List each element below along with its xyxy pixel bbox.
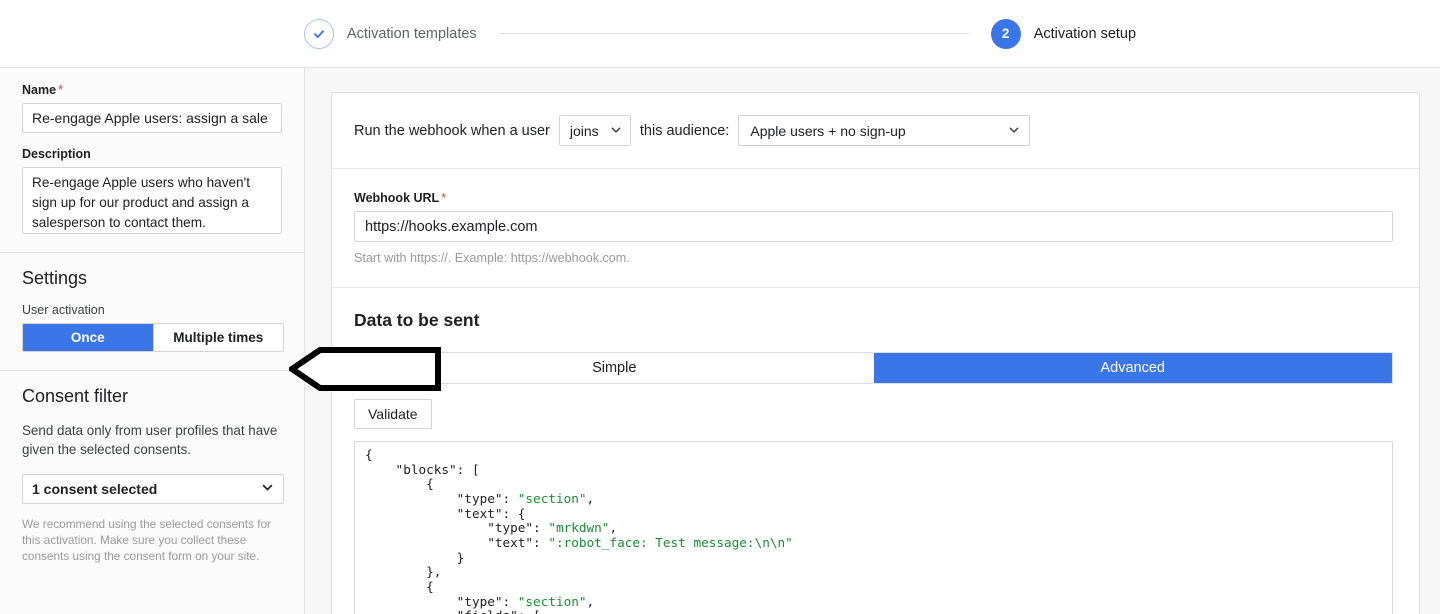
consent-select-value: 1 consent selected — [32, 481, 158, 497]
details-panel: Name * Re-engage Apple users: assign a sa… — [0, 68, 304, 252]
description-label: Description — [22, 147, 91, 161]
data-mode-option-simple[interactable]: Simple — [355, 353, 874, 383]
trigger-middle-text: this audience: — [639, 122, 730, 139]
activation-setup-main: Run the webhook when a user joins this a… — [305, 68, 1440, 614]
name-input[interactable]: Re-engage Apple users: assign a sale — [22, 103, 282, 133]
step-activation-templates[interactable]: Activation templates — [303, 18, 477, 49]
trigger-prefix-text: Run the webhook when a user — [354, 122, 550, 139]
webhook-url-required-asterisk: * — [441, 191, 447, 205]
trigger-event-value: joins — [569, 122, 599, 139]
settings-panel: Settings User activation Once Multiple t… — [0, 252, 304, 370]
consent-filter-title: Consent filter — [22, 386, 129, 406]
webhook-url-input[interactable]: https://hooks.example.com — [354, 211, 1393, 242]
consent-select[interactable]: 1 consent selected — [22, 474, 284, 504]
data-mode-toggle[interactable]: Simple Advanced — [354, 352, 1393, 384]
name-label: Name * — [22, 83, 282, 97]
webhook-url-hint: Start with https://. Example: https://we… — [354, 251, 630, 265]
name-label-text: Name — [22, 83, 57, 97]
json-code-content: { "blocks": [ { "type": "section", "text… — [365, 447, 793, 614]
workspace: Name * Re-engage Apple users: assign a sa… — [0, 68, 1440, 614]
data-mode-option-advanced[interactable]: Advanced — [873, 353, 1392, 383]
webhook-url-row: Webhook URL * https://hooks.example.com S… — [332, 168, 1419, 287]
audience-select-value: Apple users + no sign-up — [750, 122, 906, 139]
chevron-down-icon — [1008, 123, 1020, 139]
chevron-down-icon — [610, 123, 622, 139]
step-2-label: Activation setup — [1033, 25, 1137, 42]
activation-card: Run the webhook when a user joins this a… — [331, 92, 1420, 614]
consent-filter-panel: Consent filter Send data only from user … — [0, 370, 304, 594]
json-code-editor[interactable]: { "blocks": [ { "type": "section", "text… — [354, 441, 1393, 614]
progress-stepper: Activation templates 2 Activation setup — [0, 0, 1440, 68]
validate-button[interactable]: Validate — [354, 399, 432, 429]
settings-sidebar: Name * Re-engage Apple users: assign a sa… — [0, 68, 305, 614]
consent-filter-hint: We recommend using the selected consents… — [22, 517, 271, 563]
step-activation-setup[interactable]: 2 Activation setup — [990, 18, 1137, 49]
user-activation-label: User activation — [22, 303, 105, 317]
settings-title: Settings — [22, 268, 88, 288]
consent-filter-description: Send data only from user profiles that h… — [22, 423, 278, 457]
user-activation-toggle[interactable]: Once Multiple times — [22, 323, 284, 352]
step-2-number-badge: 2 — [990, 18, 1021, 49]
user-activation-option-once[interactable]: Once — [23, 324, 153, 351]
description-input[interactable]: Re-engage Apple users who haven't sign u… — [22, 167, 282, 234]
webhook-url-label: Webhook URL * — [354, 191, 1397, 205]
data-to-be-sent-row: Data to be sent Simple Advanced Validate… — [332, 287, 1419, 614]
user-activation-option-multiple-times[interactable]: Multiple times — [152, 324, 283, 351]
step-1-check-icon — [303, 18, 334, 49]
step-1-label: Activation templates — [346, 25, 477, 42]
trigger-event-select[interactable]: joins — [558, 115, 631, 146]
stepper-connector — [498, 33, 969, 34]
data-section-title: Data to be sent — [354, 310, 480, 330]
trigger-row: Run the webhook when a user joins this a… — [332, 93, 1419, 168]
webhook-url-label-text: Webhook URL — [354, 191, 440, 205]
audience-select[interactable]: Apple users + no sign-up — [738, 115, 1031, 146]
chevron-down-icon — [261, 481, 274, 497]
name-required-asterisk: * — [58, 83, 63, 97]
